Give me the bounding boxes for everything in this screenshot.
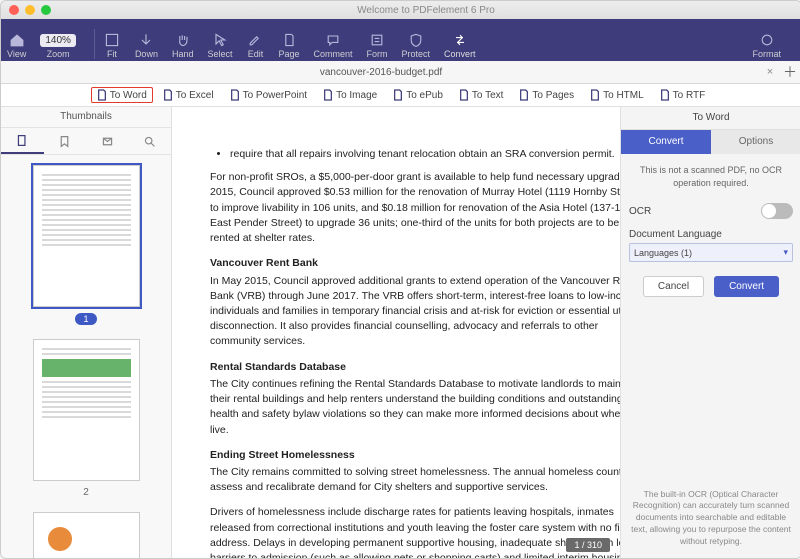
edit-button[interactable]: Edit [246,32,264,59]
doclang-label: Document Language [629,229,793,240]
language-value: Languages (1) [634,248,692,258]
separator [94,29,95,59]
zoom-label: Zoom [47,49,70,59]
thumbnails-tab-search[interactable] [129,128,172,154]
convert-action-button[interactable]: Convert [714,276,779,297]
document-view[interactable]: require that all repairs involving tenan… [172,107,620,558]
maximize-window-icon[interactable] [41,5,51,15]
chevron-down-icon: ▾ [783,247,788,258]
thumbnail-page-1[interactable] [33,165,140,307]
panel-message: This is not a scanned PDF, no OCR operat… [629,164,793,189]
titlebar: Welcome to PDFelement 6 Pro [1,1,800,19]
convert-toolbar: To Word To Excel To PowerPoint To Image … [1,84,800,107]
home-button[interactable]: View [7,32,26,59]
panel-tab-options[interactable]: Options [711,130,800,154]
zoom-control[interactable]: 140% Zoom [40,34,76,59]
form-button[interactable]: Form [367,32,388,59]
doc-p2: In May 2015, Council approved additional… [210,274,620,350]
doc-h4: Ending Street Homelessness [210,448,620,463]
doc-icon [97,89,107,101]
page-button[interactable]: Page [278,32,299,59]
thumbnail-badge-1: 1 [75,313,96,325]
doc-p1: For non-profit SROs, a $5,000-per-door g… [210,170,620,246]
ocr-hint: The built-in OCR (Optical Character Reco… [621,489,800,558]
protect-button[interactable]: Protect [402,32,431,59]
doc-h3: Rental Standards Database [210,360,620,375]
doc-icon [393,89,403,101]
doc-icon [660,89,670,101]
page-canvas: require that all repairs involving tenan… [172,107,620,558]
doc-icon [163,89,173,101]
thumbnails-tab-pages[interactable] [1,128,44,154]
thumbnails-tab-attachments[interactable] [86,128,129,154]
panel-tabs: Convert Options [621,130,800,154]
comment-button[interactable]: Comment [314,32,353,59]
cancel-button[interactable]: Cancel [643,276,704,297]
to-rtf-button[interactable]: To RTF [654,87,712,103]
doc-icon [590,89,600,101]
select-button[interactable]: Select [207,32,232,59]
view-label: View [7,49,26,59]
ocr-toggle[interactable] [761,203,793,219]
doc-icon [323,89,333,101]
document-tabbar: vancouver-2016-budget.pdf × ＋ [1,61,800,84]
doc-bullet: require that all repairs involving tenan… [230,147,620,162]
doc-p5: Drivers of homelessness include discharg… [210,505,620,558]
to-word-button[interactable]: To Word [91,87,153,103]
main-toolbar: View 140% Zoom Fit Down Hand Select Edit [1,19,800,61]
window-title: Welcome to PDFelement 6 Pro [51,5,800,16]
doc-icon [230,89,240,101]
hand-button[interactable]: Hand [172,32,194,59]
doc-p4: The City remains committed to solving st… [210,465,620,495]
doc-p3: The City continues refining the Rental S… [210,377,620,438]
fit-button[interactable]: Fit [103,32,121,59]
to-powerpoint-button[interactable]: To PowerPoint [224,87,313,103]
thumbnails-tabs [1,128,171,155]
new-tab-button[interactable]: ＋ [779,62,800,82]
language-select[interactable]: Languages (1) ▾ [629,243,793,262]
to-epub-button[interactable]: To ePub [387,87,449,103]
doc-icon [459,89,469,101]
doc-icon [519,89,529,101]
panel-tab-convert[interactable]: Convert [621,130,711,154]
to-image-button[interactable]: To Image [317,87,383,103]
thumbnails-panel: Thumbnails 1 [1,107,172,558]
to-excel-button[interactable]: To Excel [157,87,220,103]
document-tab[interactable]: vancouver-2016-budget.pdf [1,67,761,78]
thumbnails-header: Thumbnails [1,107,171,128]
thumbnail-page-2[interactable] [33,339,140,481]
close-tab-icon[interactable]: × [761,66,779,78]
close-window-icon[interactable] [9,5,19,15]
ocr-label: OCR [629,206,651,217]
down-button[interactable]: Down [135,32,158,59]
convert-button[interactable]: Convert [444,32,476,59]
to-text-button[interactable]: To Text [453,87,510,103]
to-html-button[interactable]: To HTML [584,87,650,103]
convert-panel: To Word Convert Options This is not a sc… [620,107,800,558]
thumbnails-tab-bookmarks[interactable] [44,128,87,154]
format-button[interactable]: Format [752,32,781,59]
to-pages-button[interactable]: To Pages [513,87,580,103]
thumbnail-label-2: 2 [1,487,171,498]
panel-title: To Word [621,107,800,130]
page-counter[interactable]: 1 / 310 [566,538,610,552]
zoom-value: 140% [40,34,76,47]
minimize-window-icon[interactable] [25,5,35,15]
doc-h2: Vancouver Rent Bank [210,256,620,271]
thumbnail-page-3[interactable] [33,512,140,558]
